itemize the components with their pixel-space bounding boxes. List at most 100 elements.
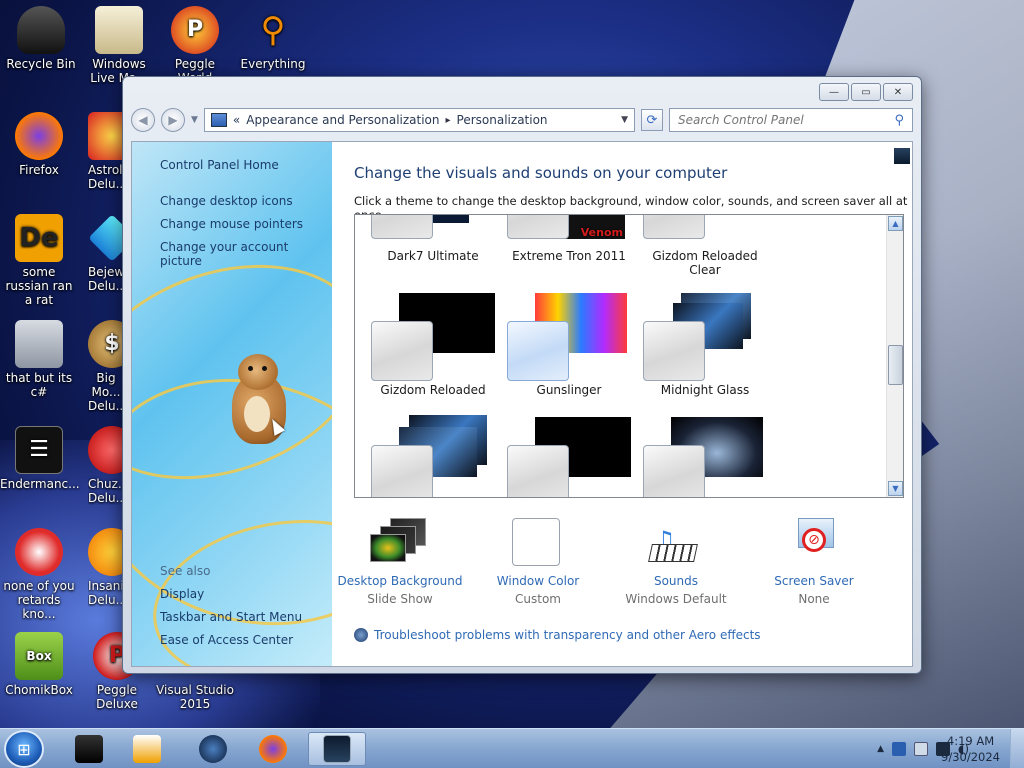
close-button[interactable]: ✕ [883, 83, 913, 101]
control-panel-home-link[interactable]: Control Panel Home [160, 158, 279, 172]
theme-gunslinger[interactable]: Gunslinger [501, 291, 637, 397]
taskbar-start-menu-link[interactable]: Taskbar and Start Menu [160, 610, 302, 624]
sounds-setting[interactable]: ♫ Sounds Windows Default [606, 516, 746, 608]
desktop-icon-everything[interactable]: ⚲ Everything [234, 6, 312, 71]
personalization-window: — ▭ ✕ ◀ ▶ ▼ « Appearance and Personaliza… [122, 76, 922, 674]
desktop-icon-firefox[interactable]: Firefox [0, 112, 78, 177]
breadcrumb-separator-icon[interactable]: ▸ [446, 115, 451, 126]
tray-expand-icon[interactable]: ▲ [877, 744, 884, 754]
theme-thumb-text: Venom [580, 226, 623, 239]
start-button[interactable]: ⊞ [4, 730, 44, 768]
recycle-bin-icon [17, 6, 65, 54]
desktop-icon-label: Bejew... Delu... [88, 265, 124, 293]
taskbar-app-firefox[interactable] [244, 732, 302, 766]
desktop-icon-label: Firefox [19, 163, 59, 177]
desktop-icon-label: Visual Studio 2015 [156, 683, 234, 711]
theme-row3-item-3[interactable] [637, 415, 773, 497]
search-input[interactable] [678, 113, 895, 127]
taskbar-app-media-player[interactable] [118, 732, 176, 766]
back-button[interactable]: ◀ [131, 108, 155, 132]
desktop-icon-insaniquarium[interactable]: Insaniq... Delu... [88, 528, 124, 607]
recent-pages-dropdown[interactable]: ▼ [191, 115, 198, 125]
windows-logo-icon: ⊞ [17, 739, 31, 759]
scroll-thumb[interactable] [888, 345, 903, 385]
screen-saver-setting[interactable]: ⊘ Screen Saver None [744, 516, 884, 608]
desktop-icon-label: that but its c# [5, 371, 73, 399]
minimize-button[interactable]: — [819, 83, 849, 101]
display-link[interactable]: Display [160, 587, 204, 601]
setting-label[interactable]: Sounds [606, 572, 746, 590]
display-icon[interactable] [914, 742, 928, 756]
scroll-up-icon[interactable]: ▲ [888, 216, 903, 231]
forward-button[interactable]: ▶ [161, 108, 185, 132]
change-mouse-pointers-link[interactable]: Change mouse pointers [160, 217, 303, 231]
taskbar-app-1[interactable] [60, 732, 118, 766]
mail-icon [95, 6, 143, 54]
windows-stack-icon [15, 320, 63, 368]
change-desktop-icons-link[interactable]: Change desktop icons [160, 194, 293, 208]
desktop-icon-label: Big Mo... Delu... [88, 371, 124, 413]
taskbar-app-control-panel[interactable] [308, 732, 366, 766]
theme-gizdom-reloaded[interactable]: Gizdom Reloaded [365, 291, 501, 397]
troubleshoot-label[interactable]: Troubleshoot problems with transparency … [374, 628, 761, 642]
left-task-pane: Control Panel Home Change desktop icons … [132, 142, 332, 666]
desktop-icon-label: Chuz... Delu... [88, 477, 124, 505]
desktop-icon-chomikbox[interactable]: Box ChomikBox [0, 632, 78, 697]
clock[interactable]: 4:19 AM 9/30/2024 [941, 733, 1000, 765]
setting-label[interactable]: Desktop Background [330, 572, 470, 590]
window-controls: — ▭ ✕ [819, 83, 913, 101]
theme-dark7-ultimate[interactable]: Dark7 Ultimate [365, 215, 501, 263]
search-box[interactable]: ⚲ [669, 108, 913, 132]
help-icon[interactable] [894, 148, 910, 164]
search-icon[interactable]: ⚲ [894, 113, 904, 128]
network-icon[interactable] [892, 742, 906, 756]
show-desktop-button[interactable] [1010, 729, 1024, 768]
breadcrumb-appearance[interactable]: Appearance and Personalization [246, 113, 439, 127]
firefox-icon [15, 112, 63, 160]
fish-icon [88, 528, 124, 576]
breadcrumb-chevrons[interactable]: « [233, 113, 240, 127]
chuzzle-icon [88, 426, 124, 474]
theme-gizdom-reloaded-clear[interactable]: Gizdom Reloaded Clear [637, 215, 773, 277]
change-account-picture-link[interactable]: Change your account picture [160, 240, 332, 268]
setting-label[interactable]: Window Color [468, 572, 608, 590]
desktop-background-setting[interactable]: Desktop Background Slide Show [330, 516, 470, 608]
theme-row3-item-2[interactable] [501, 415, 637, 497]
maximize-button[interactable]: ▭ [851, 83, 881, 101]
desktop-icon-windows-live-mail[interactable]: Windows Live Ma... [80, 6, 158, 85]
address-bar[interactable]: « Appearance and Personalization ▸ Perso… [203, 108, 635, 132]
theme-list-scrollbar[interactable]: ▲ ▼ [886, 215, 903, 497]
desktop-icon-peggle-world[interactable]: P Peggle World [156, 6, 234, 85]
desktop-icon-big-money[interactable]: $ Big Mo... Delu... [88, 320, 124, 413]
setting-value: Windows Default [625, 592, 727, 606]
desktop-icon-none-of-you[interactable]: none of you retards kno... [0, 528, 78, 621]
desktop-icon-label: Everything [240, 57, 306, 71]
chomikbox-icon: Box [15, 632, 63, 680]
desktop-icon-some-russian[interactable]: De some russian ran a rat [0, 214, 78, 307]
de-icon: De [15, 214, 63, 262]
breadcrumb-personalization[interactable]: Personalization [457, 113, 548, 127]
theme-extreme-tron[interactable]: Venom Extreme Tron 2011 [501, 215, 637, 263]
desktop-icon-chuzzle[interactable]: Chuz... Delu... [88, 426, 124, 505]
troubleshoot-link[interactable]: Troubleshoot problems with transparency … [354, 628, 761, 642]
desktop-icon-astrolapse[interactable]: Astrol... Delu... [88, 112, 124, 191]
theme-row3-item-1[interactable] [365, 415, 501, 497]
refresh-button[interactable]: ⟳ [641, 109, 663, 131]
setting-value: Slide Show [367, 592, 433, 606]
taskbar-app-3[interactable] [184, 732, 242, 766]
control-panel-icon [323, 735, 351, 763]
theme-list[interactable]: Dark7 Ultimate Venom Extreme Tron 2011 G… [354, 214, 904, 498]
desktop-icon-label: some russian ran a rat [5, 265, 73, 307]
desktop-icon-endermanch[interactable]: ☰ Endermanc... [0, 426, 80, 491]
theme-midnight-glass[interactable]: Midnight Glass [637, 291, 773, 397]
ease-of-access-link[interactable]: Ease of Access Center [160, 633, 293, 647]
magnifier-icon: ⚲ [260, 10, 286, 50]
sounds-icon: ♫ [646, 516, 706, 568]
desktop-icon-recycle-bin[interactable]: Recycle Bin [2, 6, 80, 71]
window-color-setting[interactable]: Window Color Custom [468, 516, 608, 608]
setting-label[interactable]: Screen Saver [744, 572, 884, 590]
desktop-icon-bejeweled[interactable]: Bejew... Delu... [88, 214, 124, 293]
scroll-down-icon[interactable]: ▼ [888, 481, 903, 496]
desktop-icon-that-but-its-c[interactable]: that but its c# [0, 320, 78, 399]
address-dropdown-icon[interactable]: ▼ [621, 115, 628, 125]
